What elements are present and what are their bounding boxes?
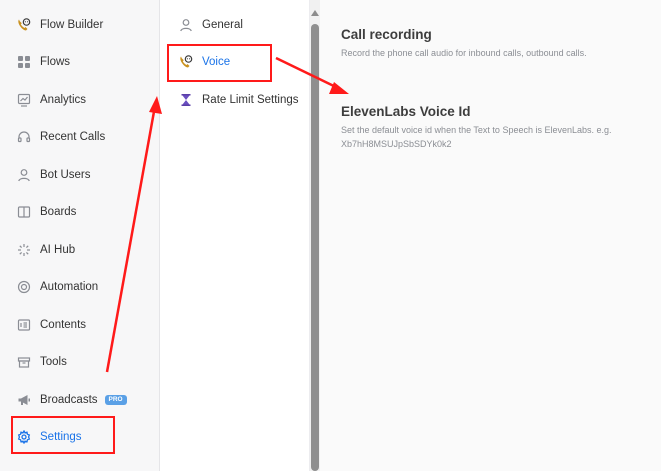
user-icon <box>16 167 32 183</box>
sidebar-item-tools[interactable]: Tools <box>0 347 159 377</box>
scrollbar-thumb[interactable] <box>311 24 319 471</box>
sidebar-item-contents[interactable]: Contents <box>0 310 159 340</box>
sidebar-item-automation[interactable]: Automation <box>0 272 159 302</box>
subnav-item-label: Rate Limit Settings <box>202 94 299 106</box>
user-icon <box>178 17 194 33</box>
section-title: Call recording <box>341 27 432 42</box>
sidebar-item-analytics[interactable]: Analytics <box>0 85 159 115</box>
sidebar-item-broadcasts[interactable]: Broadcasts PRO <box>0 385 159 415</box>
sidebar-item-label: AI Hub <box>40 244 76 256</box>
call-recording-section: Call recording Record the phone call aud… <box>341 27 651 60</box>
sparkle-icon <box>16 242 32 258</box>
sidebar-item-label: Settings <box>40 431 82 443</box>
boards-icon <box>16 204 32 220</box>
sidebar-item-label: Boards <box>40 206 77 218</box>
toolbox-icon <box>16 354 32 370</box>
gear-icon <box>16 429 32 445</box>
phone-bot-icon <box>178 54 194 70</box>
scroll-up-arrow-icon[interactable] <box>311 10 319 16</box>
sidebar-item-flow-builder[interactable]: Flow Builder <box>0 10 159 40</box>
main-sidebar: Flow Builder Flows Analytics Recent Call… <box>0 0 160 471</box>
subnav-item-label: General <box>202 19 243 31</box>
section-description: Set the default voice id when the Text t… <box>341 125 612 149</box>
subnav-item-rate-limit-settings[interactable]: Rate Limit Settings <box>160 85 309 115</box>
contents-icon <box>16 317 32 333</box>
sidebar-item-label: Automation <box>40 281 99 293</box>
sidebar-item-label: Contents <box>40 319 87 331</box>
sidebar-item-settings[interactable]: Settings <box>0 422 159 452</box>
section-description: Record the phone call audio for inbound … <box>341 48 587 58</box>
sidebar-item-label: Tools <box>40 356 67 368</box>
voice-settings-content: Call recording Record the phone call aud… <box>320 0 661 471</box>
section-title: ElevenLabs Voice Id <box>341 104 471 119</box>
sidebar-item-label: Broadcasts <box>40 394 98 406</box>
phone-bot-icon <box>16 17 32 33</box>
hourglass-icon <box>178 92 194 108</box>
automation-icon <box>16 279 32 295</box>
subnav-item-voice[interactable]: Voice <box>160 47 309 77</box>
analytics-icon <box>16 92 32 108</box>
subnav-item-label: Voice <box>202 56 231 68</box>
settings-subnav: General Voice Rate Limit Settings <box>160 0 310 471</box>
sidebar-item-label: Flow Builder <box>40 19 104 31</box>
sidebar-item-ai-hub[interactable]: AI Hub <box>0 235 159 265</box>
grid-icon <box>16 54 32 70</box>
pro-badge: PRO <box>104 394 127 406</box>
sidebar-item-label: Analytics <box>40 94 87 106</box>
sidebar-item-boards[interactable]: Boards <box>0 197 159 227</box>
sidebar-item-recent-calls[interactable]: Recent Calls <box>0 122 159 152</box>
megaphone-icon <box>16 392 32 408</box>
sidebar-item-label: Recent Calls <box>40 131 106 143</box>
elevenlabs-voice-id-section: ElevenLabs Voice Id Set the default voic… <box>341 104 651 151</box>
sidebar-item-bot-users[interactable]: Bot Users <box>0 160 159 190</box>
sidebar-item-flows[interactable]: Flows <box>0 47 159 77</box>
headset-icon <box>16 129 32 145</box>
sidebar-item-label: Flows <box>40 56 71 68</box>
vertical-scrollbar[interactable] <box>310 0 320 471</box>
sidebar-item-label: Bot Users <box>40 169 91 181</box>
subnav-item-general[interactable]: General <box>160 10 309 40</box>
